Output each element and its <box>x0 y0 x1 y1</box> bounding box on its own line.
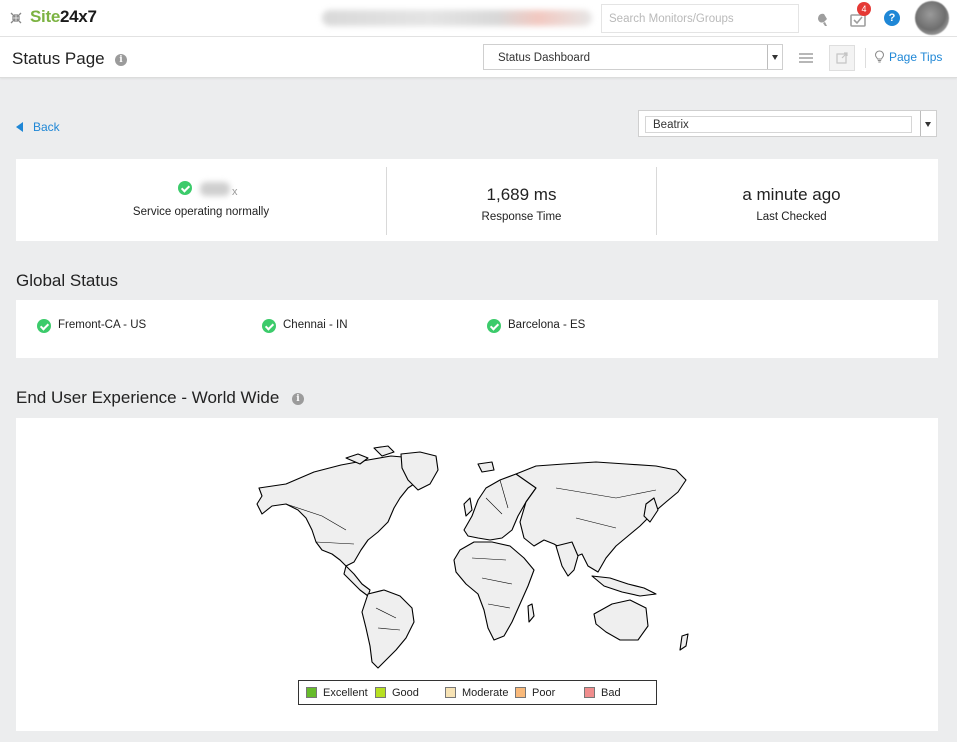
legend-swatch-excellent <box>306 687 317 698</box>
list-menu-icon[interactable] <box>799 53 813 63</box>
monitor-select[interactable]: Beatrix <box>638 110 937 137</box>
blurred-account-name <box>322 10 592 26</box>
collapse-icon[interactable] <box>10 12 22 24</box>
lightbulb-icon <box>874 50 885 63</box>
world-map[interactable] <box>16 418 938 678</box>
monitor-select-value: Beatrix <box>645 116 912 133</box>
location-fremont: Fremont-CA - US <box>58 319 147 331</box>
external-link-icon <box>836 52 848 64</box>
global-status-title: Global Status <box>16 271 119 290</box>
map-australia <box>593 599 649 641</box>
info-icon[interactable]: i <box>292 393 304 405</box>
info-icon[interactable]: i <box>115 54 127 66</box>
search-box[interactable] <box>601 4 799 33</box>
legend-label-excellent: Excellent <box>323 687 368 699</box>
map-uk <box>463 497 473 517</box>
dashboard-select[interactable]: Status Dashboard <box>483 44 783 70</box>
back-label: Back <box>33 120 60 134</box>
map-new-zealand <box>679 633 689 651</box>
service-status-text: Service operating normally <box>132 206 270 218</box>
response-time-value: 1,689 ms <box>486 185 557 204</box>
check-circle-icon <box>262 319 276 333</box>
global-status-panel: Fremont-CA - US Chennai - IN Barcelona -… <box>16 300 938 358</box>
summary-panel: x Service operating normally 1,689 ms Re… <box>16 159 938 241</box>
response-time-label: Response Time <box>481 211 562 223</box>
legend-swatch-bad <box>584 687 595 698</box>
announcement-icon[interactable] <box>814 10 832 28</box>
legend-swatch-moderate <box>445 687 456 698</box>
legend-label-poor: Poor <box>532 687 556 699</box>
map-asia <box>515 461 687 573</box>
legend-label-bad: Bad <box>601 687 621 699</box>
top-bar: Site24x7 4 ? <box>0 0 957 37</box>
dropdown-arrow-icon[interactable] <box>920 111 936 136</box>
experience-title-text: End User Experience - World Wide <box>16 388 280 407</box>
check-circle-icon <box>178 181 192 195</box>
check-circle-icon <box>37 319 51 333</box>
legend-swatch-poor <box>515 687 526 698</box>
user-avatar[interactable] <box>915 1 949 35</box>
last-checked-label: Last Checked <box>756 211 827 223</box>
last-checked-value: a minute ago <box>742 185 841 204</box>
dropdown-arrow-icon[interactable] <box>767 45 782 69</box>
monitor-name-suffix: x <box>232 186 238 198</box>
blurred-monitor-name <box>200 182 230 196</box>
notification-badge[interactable]: 4 <box>857 2 871 16</box>
map-africa <box>453 541 535 641</box>
location-barcelona: Barcelona - ES <box>508 319 586 331</box>
experience-title: End User Experience - World Wide <box>16 388 279 408</box>
map-central-america <box>343 565 371 597</box>
page-title: Status Page <box>12 49 105 68</box>
map-india <box>555 541 579 577</box>
map-legend: Excellent Good Moderate Poor Bad <box>298 680 657 705</box>
map-indonesia <box>591 575 657 597</box>
page-header: Status Page i Status Dashboard Page Tips <box>0 37 957 78</box>
location-chennai: Chennai - IN <box>283 319 348 331</box>
legend-swatch-good <box>375 687 386 698</box>
check-circle-icon <box>487 319 501 333</box>
search-input[interactable] <box>602 5 798 32</box>
help-icon[interactable]: ? <box>884 10 900 26</box>
map-madagascar <box>527 603 535 623</box>
map-north-america <box>256 455 427 567</box>
dashboard-select-value: Status Dashboard <box>498 52 591 64</box>
legend-label-good: Good <box>392 687 419 699</box>
divider <box>865 48 866 68</box>
back-arrow-icon <box>16 122 23 132</box>
back-link[interactable]: Back <box>16 120 60 134</box>
export-button[interactable] <box>829 45 855 71</box>
site24x7-logo[interactable]: Site24x7 <box>30 7 97 27</box>
page-tips-label: Page Tips <box>889 50 943 64</box>
world-map-panel: Excellent Good Moderate Poor Bad <box>16 418 938 731</box>
page-tips-link[interactable]: Page Tips <box>874 50 942 64</box>
legend-label-moderate: Moderate <box>462 687 509 699</box>
